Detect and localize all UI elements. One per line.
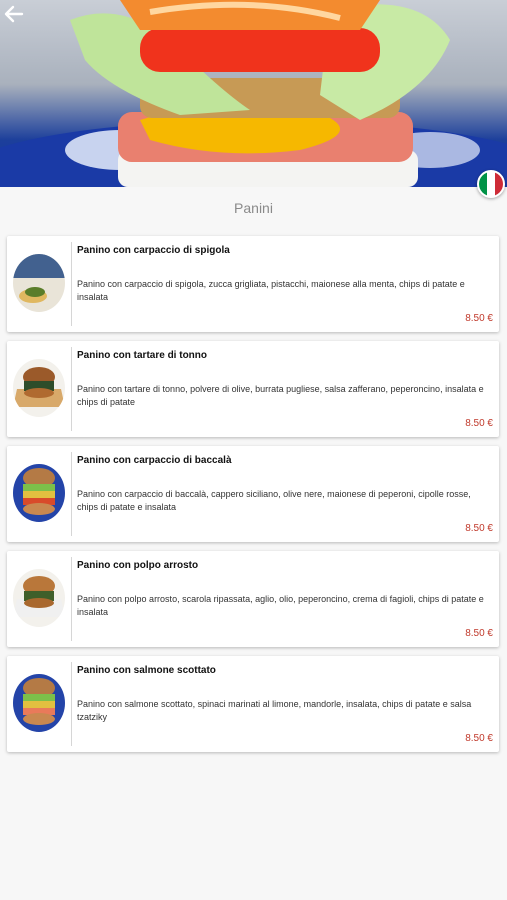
arrow-left-icon (4, 5, 24, 23)
item-thumbnail (13, 569, 65, 627)
item-thumbnail (13, 359, 65, 417)
menu-item[interactable]: Panino con carpaccio di spigola Panino c… (7, 236, 499, 332)
italian-flag-icon (479, 172, 487, 196)
item-title: Panino con salmone scottato (77, 665, 216, 676)
menu-item[interactable]: Panino con polpo arrosto Panino con polp… (7, 551, 499, 647)
item-title: Panino con tartare di tonno (77, 350, 208, 361)
item-price: 8.50 € (465, 733, 493, 744)
item-price: 8.50 € (465, 523, 493, 534)
item-description: Panino con carpaccio di baccalà, cappero… (77, 489, 471, 512)
menu-item[interactable]: Panino con carpaccio di baccalà Panino c… (7, 446, 499, 542)
item-title: Panino con carpaccio di spigola (77, 245, 230, 256)
section-title: Panini (234, 200, 273, 216)
item-description: Panino con carpaccio di spigola, zucca g… (77, 279, 465, 302)
menu-list: Panino con carpaccio di spigola Panino c… (7, 236, 499, 761)
language-flag-button[interactable] (477, 170, 505, 198)
sandwich-photo (0, 0, 507, 187)
item-thumbnail (13, 674, 65, 732)
hero-image (0, 0, 507, 187)
menu-item[interactable]: Panino con tartare di tonno Panino con t… (7, 341, 499, 437)
item-price: 8.50 € (465, 313, 493, 324)
item-title: Panino con polpo arrosto (77, 560, 199, 571)
item-description: Panino con tartare di tonno, polvere di … (77, 384, 484, 407)
item-description: Panino con salmone scottato, spinaci mar… (77, 699, 472, 722)
item-price: 8.50 € (465, 628, 493, 639)
item-thumbnail (13, 254, 65, 312)
menu-item[interactable]: Panino con salmone scottato Panino con s… (7, 656, 499, 752)
back-button[interactable] (4, 4, 32, 32)
item-title: Panino con carpaccio di baccalà (77, 455, 232, 466)
item-thumbnail (13, 464, 65, 522)
item-description: Panino con polpo arrosto, scarola ripass… (77, 594, 484, 617)
item-price: 8.50 € (465, 418, 493, 429)
